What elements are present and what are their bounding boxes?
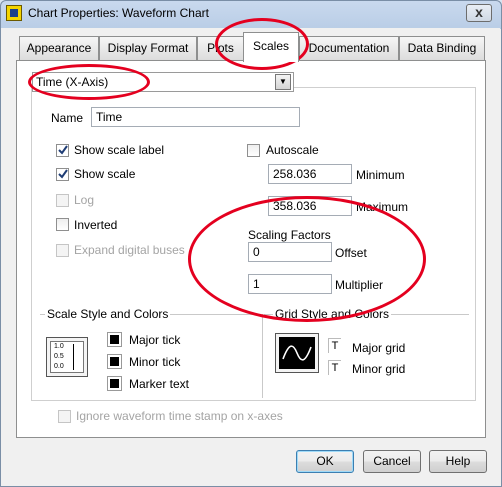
major-tick-color-swatch[interactable]: [107, 332, 122, 347]
tab-data-binding[interactable]: Data Binding: [399, 36, 485, 60]
labview-app-icon: [6, 5, 22, 21]
tab-appearance[interactable]: Appearance: [19, 36, 99, 60]
section-divider: [262, 314, 263, 398]
scale-icon-tick-1: 1.0: [54, 343, 64, 350]
scale-icon-tick-3: 0.0: [54, 363, 64, 370]
tab-scales[interactable]: Scales: [243, 32, 299, 62]
show-scale-label-checkbox[interactable]: [56, 144, 69, 157]
scale-style-icon: 1.0 0.5 0.0: [50, 341, 84, 373]
show-scale-text: Show scale: [74, 167, 136, 181]
minor-grid-color-picker[interactable]: Τ: [328, 360, 341, 375]
ignore-timestamp-checkbox[interactable]: [58, 410, 71, 423]
window-title: Chart Properties: Waveform Chart: [28, 6, 209, 20]
scale-style-button[interactable]: 1.0 0.5 0.0: [46, 337, 88, 377]
waveform-icon: [279, 337, 315, 369]
show-scale-label-text: Show scale label: [74, 143, 165, 157]
major-grid-color-picker[interactable]: Τ: [328, 338, 341, 353]
marker-text-label: Marker text: [129, 377, 190, 391]
ignore-timestamp-text: Ignore waveform time stamp on x-axes: [76, 409, 283, 423]
annotation-ellipse-scale-select: [28, 64, 150, 100]
cancel-button[interactable]: Cancel: [363, 450, 421, 473]
log-text: Log: [74, 193, 95, 207]
expand-digital-buses-text: Expand digital buses: [74, 243, 185, 257]
major-grid-label: Major grid: [352, 341, 406, 355]
minor-grid-label: Minor grid: [352, 362, 406, 376]
close-button[interactable]: x: [466, 4, 492, 22]
scale-style-title: Scale Style and Colors: [45, 307, 171, 321]
autoscale-checkbox[interactable]: [247, 144, 260, 157]
chevron-down-icon[interactable]: ▼: [275, 74, 291, 90]
marker-text-color-swatch[interactable]: [107, 376, 122, 391]
minimum-label: Minimum: [356, 168, 405, 182]
grid-style-button[interactable]: [275, 333, 319, 373]
minimum-input[interactable]: 258.036: [268, 164, 352, 184]
name-input[interactable]: Time: [91, 107, 300, 127]
expand-digital-buses-checkbox[interactable]: [56, 244, 69, 257]
minor-tick-label: Minor tick: [129, 355, 181, 369]
scale-icon-tick-2: 0.5: [54, 353, 64, 360]
ok-button[interactable]: OK: [296, 450, 354, 473]
major-tick-label: Major tick: [129, 333, 181, 347]
annotation-ellipse-scaling-factors: [188, 196, 426, 322]
show-scale-checkbox[interactable]: [56, 168, 69, 181]
minor-tick-color-swatch[interactable]: [107, 354, 122, 369]
inverted-text: Inverted: [74, 218, 118, 232]
tab-display-format[interactable]: Display Format: [99, 36, 197, 60]
autoscale-text: Autoscale: [266, 143, 319, 157]
tab-documentation[interactable]: Documentation: [299, 36, 399, 60]
inverted-checkbox[interactable]: [56, 218, 69, 231]
log-checkbox[interactable]: [56, 194, 69, 207]
name-label: Name: [51, 111, 84, 125]
scale-icon-axis: [73, 344, 74, 370]
help-button[interactable]: Help: [429, 450, 487, 473]
